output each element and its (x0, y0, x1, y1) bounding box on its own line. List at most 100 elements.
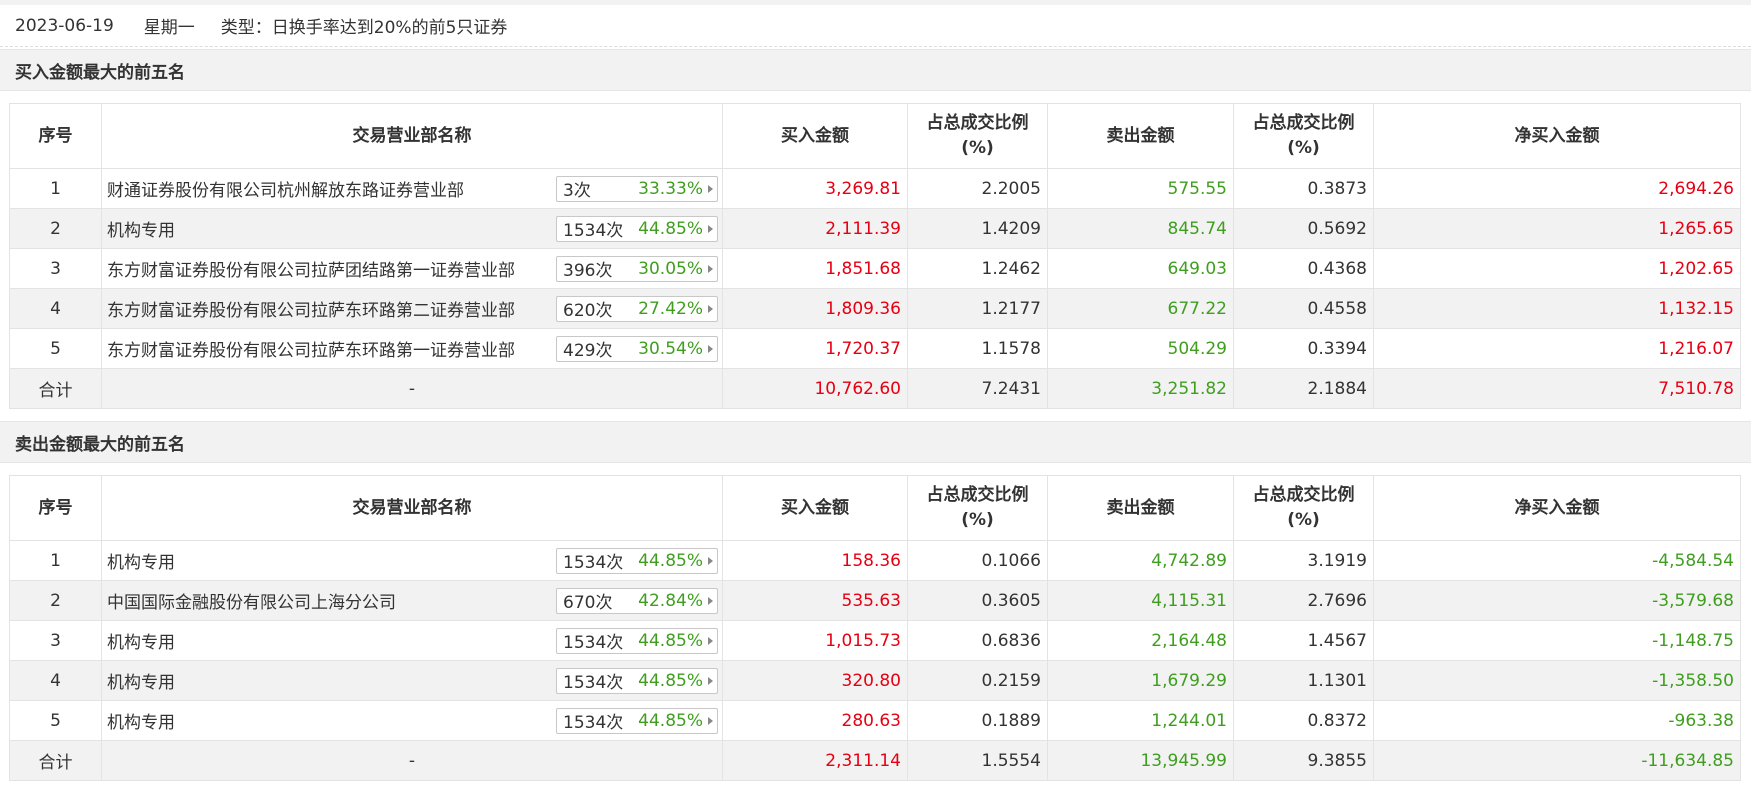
buy-amount: 1,720.37 (722, 328, 908, 369)
buy-ratio: 0.6836 (907, 620, 1048, 661)
buy-ratio: 0.1066 (907, 540, 1048, 581)
success-rate: 44.85% (638, 630, 703, 651)
row-index: 2 (9, 580, 102, 621)
appearance-count: 3次 (563, 181, 591, 201)
col-header-sell-ratio-l1: 占总成交比例 (1252, 113, 1355, 133)
broker-stats-button[interactable]: 1534次 44.85% (556, 547, 718, 574)
net-amount: 1,265.65 (1373, 208, 1741, 249)
col-header-buy-ratio-l2: (%) (961, 138, 994, 158)
total-sell-amount: 13,945.99 (1047, 740, 1234, 781)
buy-ratio: 0.3605 (907, 580, 1048, 621)
broker-stats-button[interactable]: 429次 30.54% (556, 335, 718, 362)
buy-amount: 1,015.73 (722, 620, 908, 661)
info-bar: 2023-06-19 星期一 类型：日换手率达到20%的前5只证券 (0, 5, 1751, 47)
success-rate: 42.84% (638, 590, 703, 611)
broker-name-link[interactable]: 财通证券股份有限公司杭州解放东路证券营业部 (107, 176, 464, 201)
success-rate: 44.85% (638, 218, 703, 239)
row-index: 1 (9, 540, 102, 581)
broker-cell: 机构专用 1534次 44.85% (101, 208, 723, 249)
table-header-row: 序号 交易营业部名称 买入金额 占总成交比例 (%) 卖出金额 占总成交比例 (%)… (9, 103, 1741, 169)
col-header-buy[interactable]: 买入金额 (722, 475, 908, 541)
broker-stats-button[interactable]: 3次 33.33% (556, 175, 718, 202)
sell-amount: 845.74 (1047, 208, 1234, 249)
buy-ratio: 1.1578 (907, 328, 1048, 369)
appearance-count: 620次 (563, 301, 613, 321)
triangle-right-icon (708, 676, 713, 685)
broker-name-link[interactable]: 机构专用 (107, 628, 175, 653)
success-rate: 44.85% (638, 550, 703, 571)
row-index: 5 (9, 328, 102, 369)
buy-amount: 2,111.39 (722, 208, 908, 249)
col-header-sell-ratio: 占总成交比例 (%) (1233, 103, 1374, 169)
broker-name-link[interactable]: 机构专用 (107, 668, 175, 693)
buy-amount: 1,809.36 (722, 288, 908, 329)
broker-name-link[interactable]: 机构专用 (107, 216, 175, 241)
broker-stats-button[interactable]: 620次 27.42% (556, 295, 718, 322)
triangle-right-icon (708, 184, 713, 193)
row-index: 4 (9, 288, 102, 329)
list-type: 类型：日换手率达到20%的前5只证券 (220, 18, 508, 38)
sell-section-title: 卖出金额最大的前五名 (0, 421, 1751, 463)
col-header-sell[interactable]: 卖出金额 (1047, 103, 1234, 169)
sell-amount: 4,742.89 (1047, 540, 1234, 581)
buy-ratio: 2.2005 (907, 168, 1048, 209)
broker-stats-button[interactable]: 1534次 44.85% (556, 667, 718, 694)
col-header-sell-ratio: 占总成交比例 (%) (1233, 475, 1374, 541)
col-header-net[interactable]: 净买入金额 (1373, 475, 1741, 541)
col-header-buy-ratio-l1: 占总成交比例 (926, 113, 1029, 133)
trade-date: 2023-06-19 (15, 15, 114, 36)
net-amount: 2,694.26 (1373, 168, 1741, 209)
net-amount: 1,216.07 (1373, 328, 1741, 369)
broker-cell: 机构专用 1534次 44.85% (101, 540, 723, 581)
row-index: 1 (9, 168, 102, 209)
sell-ratio: 0.8372 (1233, 700, 1374, 741)
broker-stats-button[interactable]: 1534次 44.85% (556, 707, 718, 734)
col-header-sell-ratio-l2: (%) (1287, 510, 1320, 530)
table-row: 2 机构专用 1534次 44.85% 2,111.39 1.4209 845.74 0.56… (9, 208, 1741, 249)
row-index: 5 (9, 700, 102, 741)
triangle-right-icon (708, 716, 713, 725)
net-amount: -1,358.50 (1373, 660, 1741, 701)
broker-name-link[interactable]: 中国国际金融股份有限公司上海分公司 (107, 588, 396, 613)
sell-amount: 2,164.48 (1047, 620, 1234, 661)
broker-name-link[interactable]: 机构专用 (107, 548, 175, 573)
total-buy-amount: 2,311.14 (722, 740, 908, 781)
total-label: 合计 (9, 740, 102, 781)
appearance-count: 429次 (563, 341, 613, 361)
col-header-name: 交易营业部名称 (101, 475, 723, 541)
buy-ratio: 0.2159 (907, 660, 1048, 701)
sell-ratio: 2.7696 (1233, 580, 1374, 621)
broker-stats-button[interactable]: 670次 42.84% (556, 587, 718, 614)
broker-stats-button[interactable]: 1534次 44.85% (556, 215, 718, 242)
broker-name-link[interactable]: 东方财富证券股份有限公司拉萨东环路第一证券营业部 (107, 336, 515, 361)
col-header-buy-ratio: 占总成交比例 (%) (907, 475, 1048, 541)
broker-stats-button[interactable]: 1534次 44.85% (556, 627, 718, 654)
buy-amount: 1,851.68 (722, 248, 908, 289)
col-header-sell-ratio-l2: (%) (1287, 138, 1320, 158)
buy-ratio: 1.2462 (907, 248, 1048, 289)
row-index: 4 (9, 660, 102, 701)
sell-top5-table: 序号 交易营业部名称 买入金额 占总成交比例 (%) 卖出金额 占总成交比例 (%)… (9, 475, 1741, 781)
col-header-buy[interactable]: 买入金额 (722, 103, 908, 169)
broker-name-link[interactable]: 东方财富证券股份有限公司拉萨团结路第一证券营业部 (107, 256, 515, 281)
broker-cell: 财通证券股份有限公司杭州解放东路证券营业部 3次 33.33% (101, 168, 723, 209)
success-rate: 30.05% (638, 258, 703, 279)
appearance-count: 1534次 (563, 633, 624, 653)
broker-name-link[interactable]: 机构专用 (107, 708, 175, 733)
buy-ratio: 0.1889 (907, 700, 1048, 741)
broker-name-link[interactable]: 东方财富证券股份有限公司拉萨东环路第二证券营业部 (107, 296, 515, 321)
buy-amount: 535.63 (722, 580, 908, 621)
broker-cell: 东方财富证券股份有限公司拉萨东环路第一证券营业部 429次 30.54% (101, 328, 723, 369)
sell-ratio: 0.4558 (1233, 288, 1374, 329)
table-row: 3 东方财富证券股份有限公司拉萨团结路第一证券营业部 396次 30.05% 1,851… (9, 248, 1741, 289)
col-header-sell[interactable]: 卖出金额 (1047, 475, 1234, 541)
total-sell-ratio: 9.3855 (1233, 740, 1374, 781)
row-index: 3 (9, 248, 102, 289)
net-amount: -1,148.75 (1373, 620, 1741, 661)
broker-stats-button[interactable]: 396次 30.05% (556, 255, 718, 282)
buy-section-title: 买入金额最大的前五名 (0, 49, 1751, 91)
appearance-count: 1534次 (563, 221, 624, 241)
buy-amount: 158.36 (722, 540, 908, 581)
table-row: 3 机构专用 1534次 44.85% 1,015.73 0.6836 2,164.48 1.… (9, 620, 1741, 661)
col-header-net[interactable]: 净买入金额 (1373, 103, 1741, 169)
